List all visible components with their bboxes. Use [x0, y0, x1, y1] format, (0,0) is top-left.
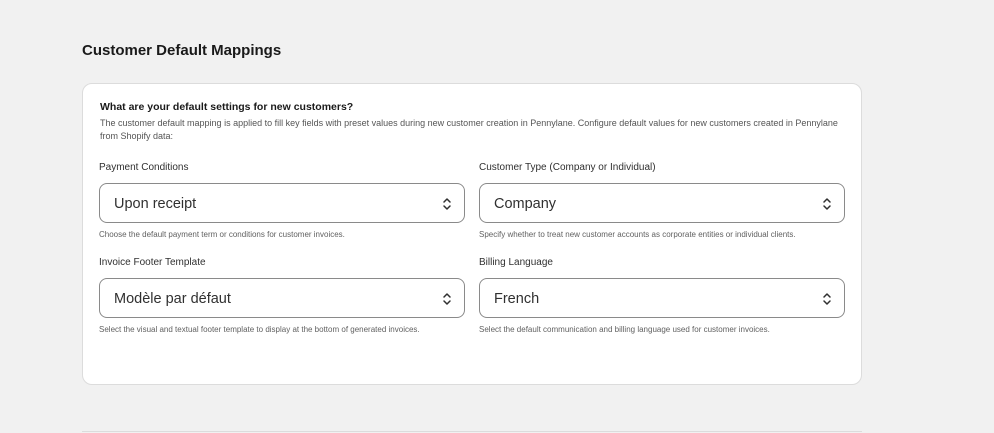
customer-type-label: Customer Type (Company or Individual) — [479, 162, 656, 173]
billing-language-value: French — [494, 291, 540, 307]
billing-language-select[interactable]: French — [479, 278, 845, 318]
payment-conditions-label: Payment Conditions — [99, 162, 189, 173]
customer-defaults-card: What are your default settings for new c… — [82, 83, 862, 385]
customer-type-help: Specify whether to treat new customer ac… — [479, 230, 796, 239]
invoice-footer-template-select[interactable]: Modèle par défaut — [99, 278, 465, 318]
customer-type-field: Customer Type (Company or Individual) Co… — [479, 162, 845, 243]
select-chevron-up-down-icon — [823, 198, 831, 210]
invoice-footer-template-field: Invoice Footer Template Modèle par défau… — [99, 257, 465, 338]
payment-conditions-field: Payment Conditions Upon receipt Choose t… — [99, 162, 465, 243]
page: Customer Default Mappings What are your … — [0, 0, 994, 433]
card-heading: What are your default settings for new c… — [100, 101, 354, 113]
payment-conditions-value: Upon receipt — [114, 196, 197, 212]
payment-conditions-help: Choose the default payment term or condi… — [99, 230, 345, 239]
select-chevron-up-down-icon — [443, 198, 451, 210]
payment-conditions-select[interactable]: Upon receipt — [99, 183, 465, 223]
select-chevron-up-down-icon — [443, 293, 451, 305]
invoice-footer-template-help: Select the visual and textual footer tem… — [99, 325, 420, 334]
customer-type-select[interactable]: Company — [479, 183, 845, 223]
section-divider — [82, 431, 862, 432]
invoice-footer-template-label: Invoice Footer Template — [99, 257, 206, 268]
billing-language-help: Select the default communication and bil… — [479, 325, 770, 334]
billing-language-field: Billing Language French Select the defau… — [479, 257, 845, 338]
billing-language-label: Billing Language — [479, 257, 553, 268]
select-chevron-up-down-icon — [823, 293, 831, 305]
customer-type-value: Company — [494, 196, 557, 212]
invoice-footer-template-value: Modèle par défaut — [114, 291, 231, 307]
section-title: Customer Default Mappings — [82, 42, 282, 59]
card-description: The customer default mapping is applied … — [100, 118, 838, 141]
